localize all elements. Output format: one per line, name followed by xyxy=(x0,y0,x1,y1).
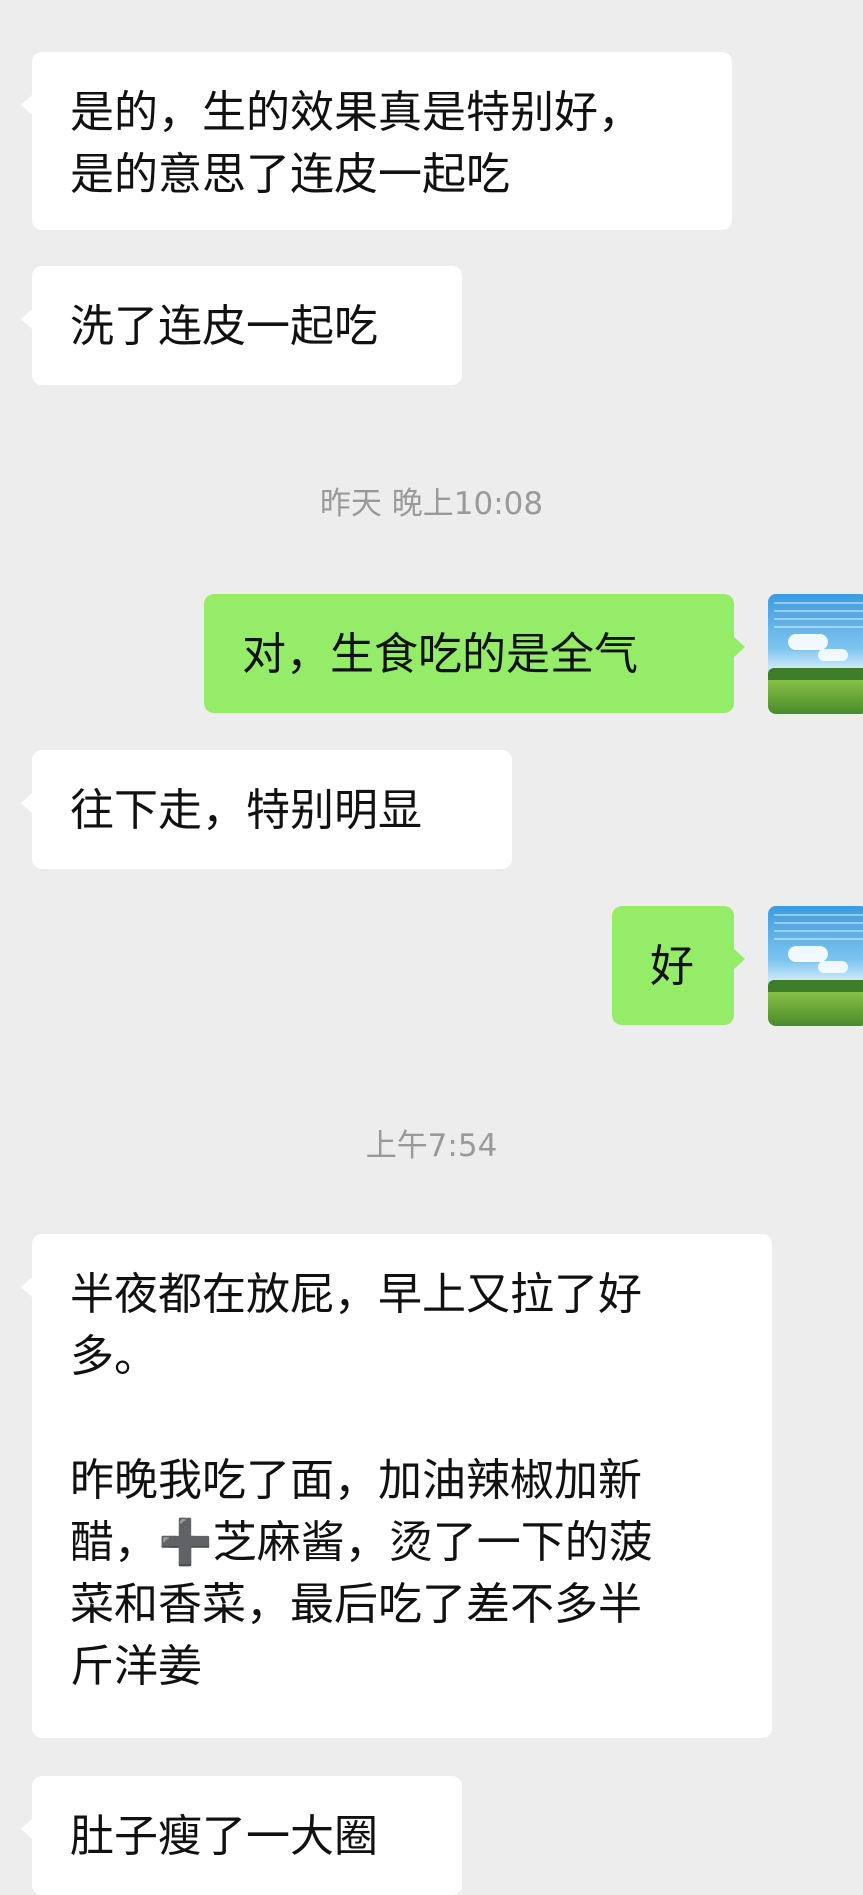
message-bubble-incoming[interactable]: 洗了连皮一起吃 xyxy=(21,266,462,385)
avatar-trees xyxy=(768,980,863,992)
avatar-cloud xyxy=(818,961,848,973)
message-bubble-incoming[interactable]: 肚子瘦了一大圈 xyxy=(21,1776,462,1895)
avatar-cloud xyxy=(818,649,848,661)
message-bubble-incoming[interactable]: 半夜都在放屁，早上又拉了好 多。 昨晚我吃了面，加油辣椒加新 醋，➕芝麻酱，烫了… xyxy=(21,1234,772,1738)
chat-window: 是的，生的效果真是特别好， 是的意思了连皮一起吃 洗了连皮一起吃 昨天 晚上10… xyxy=(0,0,863,1895)
message-bubble-outgoing[interactable]: 好 xyxy=(612,906,745,1025)
message-bubble-outgoing[interactable]: 对，生食吃的是全气 xyxy=(204,594,745,713)
timestamp: 昨天 晚上10:08 xyxy=(319,486,544,522)
message-bubble-incoming[interactable]: 是的，生的效果真是特别好， 是的意思了连皮一起吃 xyxy=(21,52,732,230)
user-avatar[interactable] xyxy=(768,906,863,1026)
avatar-text-overlay xyxy=(774,602,863,632)
timestamp: 上午7:54 xyxy=(365,1128,498,1164)
avatar-cloud xyxy=(788,634,828,650)
avatar-trees xyxy=(768,668,863,680)
avatar-text-overlay xyxy=(774,914,863,944)
user-avatar[interactable] xyxy=(768,594,863,714)
avatar-cloud xyxy=(788,946,828,962)
message-bubble-incoming[interactable]: 往下走，特别明显 xyxy=(21,750,512,869)
